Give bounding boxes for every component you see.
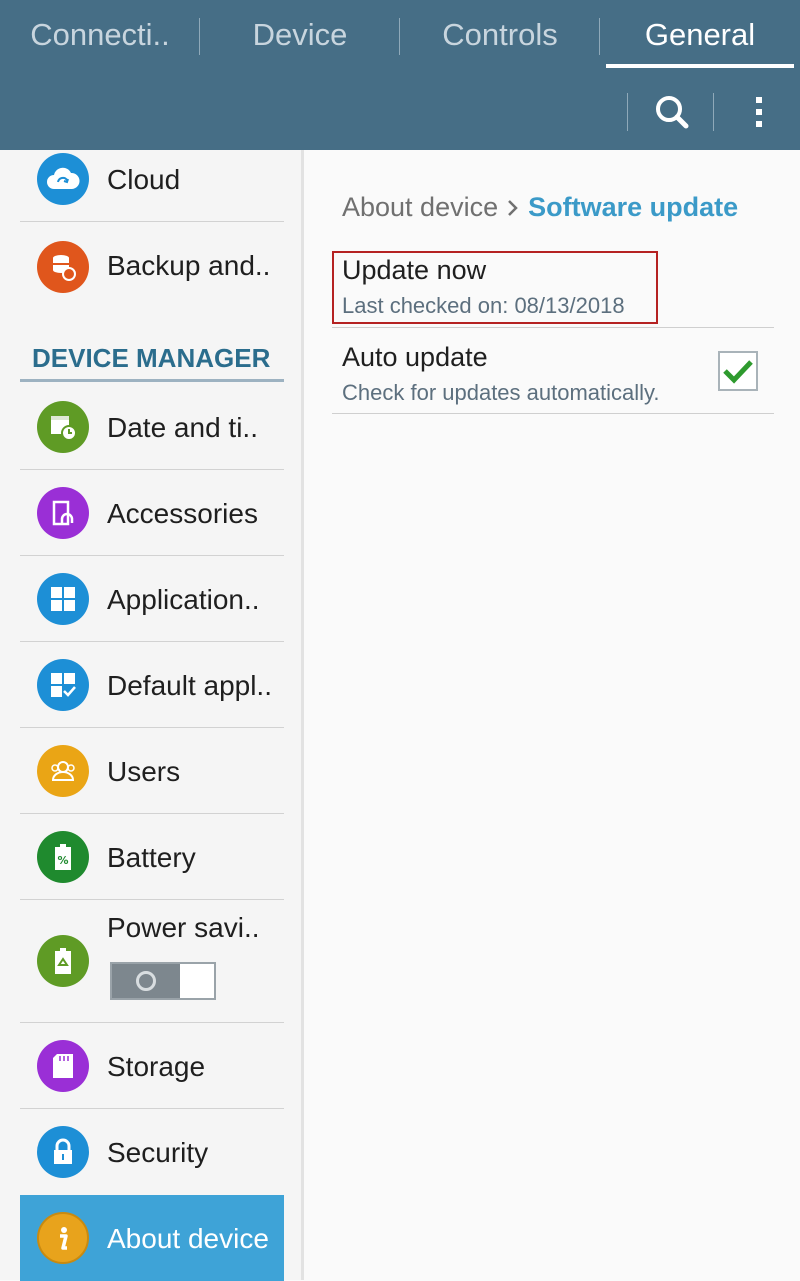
sidebar-item-security[interactable]: Security	[20, 1109, 284, 1195]
overflow-menu-button[interactable]	[730, 88, 786, 136]
breadcrumb: About device Software update	[342, 192, 738, 224]
battery-icon: %	[37, 831, 89, 883]
sidebar-item-label: Cloud	[107, 164, 181, 195]
sidebar-item-label: Accessories	[107, 498, 258, 529]
tab-connections[interactable]: Connecti..	[0, 0, 200, 70]
toggle-thumb	[112, 964, 180, 998]
section-underline	[20, 379, 284, 382]
action-separator	[627, 93, 628, 131]
info-icon	[37, 1212, 89, 1264]
sidebar-item-date-time[interactable]: Date and ti..	[20, 384, 284, 470]
chevron-right-icon	[506, 193, 520, 224]
action-separator	[713, 93, 714, 131]
sidebar-item-label: Storage	[107, 1051, 206, 1082]
list-divider	[332, 413, 774, 414]
power-saving-icon	[37, 935, 89, 987]
sidebar-item-accessories[interactable]: Accessories	[20, 470, 284, 556]
sidebar-item-battery[interactable]: % Battery	[20, 814, 284, 900]
sidebar-item-label: Battery	[107, 842, 196, 873]
sidebar-item-label: Application..	[107, 584, 260, 615]
sidebar-item-label: Date and ti..	[107, 412, 258, 443]
users-icon	[37, 745, 89, 797]
sidebar-item-backup[interactable]: Backup and..	[20, 222, 284, 308]
sidebar-item-applications[interactable]: Application..	[20, 556, 284, 642]
calendar-clock-icon	[37, 401, 89, 453]
sidebar-item-label: Security	[107, 1137, 209, 1168]
cloud-icon	[37, 153, 89, 205]
action-bar: Connecti.. Device Controls General	[0, 0, 800, 150]
auto-update-subtitle: Check for updates automatically.	[342, 380, 660, 405]
tab-controls[interactable]: Controls	[400, 0, 600, 70]
search-button[interactable]	[640, 88, 704, 136]
sidebar-item-label: Power savi..	[107, 912, 260, 943]
sidebar-item-users[interactable]: Users	[20, 728, 284, 814]
lock-icon	[37, 1126, 89, 1178]
sidebar-item-label: Users	[107, 756, 181, 787]
tab-device[interactable]: Device	[200, 0, 400, 70]
search-icon	[656, 96, 689, 129]
sidebar-item-cloud[interactable]: Cloud	[20, 150, 284, 222]
tab-bar: Connecti.. Device Controls General	[0, 0, 800, 70]
sidebar-item-about-device[interactable]: About device	[20, 1195, 284, 1281]
applications-grid-icon	[37, 573, 89, 625]
section-header-device-manager: DEVICE MANAGER	[32, 343, 271, 373]
sidebar-item-power-saving[interactable]: Power savi..	[20, 900, 284, 1022]
toggle-track-off	[180, 964, 214, 998]
auto-update-title: Auto update	[342, 342, 488, 372]
sidebar-item-label: Default appl..	[107, 670, 272, 701]
sidebar-item-default-apps[interactable]: Default appl..	[20, 642, 284, 728]
auto-update-item[interactable]: Auto update Check for updates automatica…	[332, 328, 774, 414]
more-vert-icon	[756, 97, 762, 103]
breadcrumb-parent[interactable]: About device	[342, 192, 498, 222]
power-saving-toggle[interactable]	[110, 962, 216, 1000]
pane-divider	[301, 150, 304, 1280]
svg-text:%: %	[57, 854, 68, 867]
sidebar-item-label: About device	[107, 1223, 269, 1254]
backup-icon	[37, 241, 89, 293]
default-apps-icon	[37, 659, 89, 711]
auto-update-checkbox[interactable]	[718, 351, 758, 391]
breadcrumb-current: Software update	[528, 192, 739, 222]
sidebar-item-storage[interactable]: Storage	[20, 1023, 284, 1109]
tab-general[interactable]: General	[600, 0, 800, 70]
checkmark-icon	[723, 360, 753, 384]
accessories-icon	[37, 487, 89, 539]
storage-icon	[37, 1040, 89, 1092]
sidebar-item-label: Backup and..	[107, 250, 271, 281]
highlight-box	[332, 251, 658, 324]
